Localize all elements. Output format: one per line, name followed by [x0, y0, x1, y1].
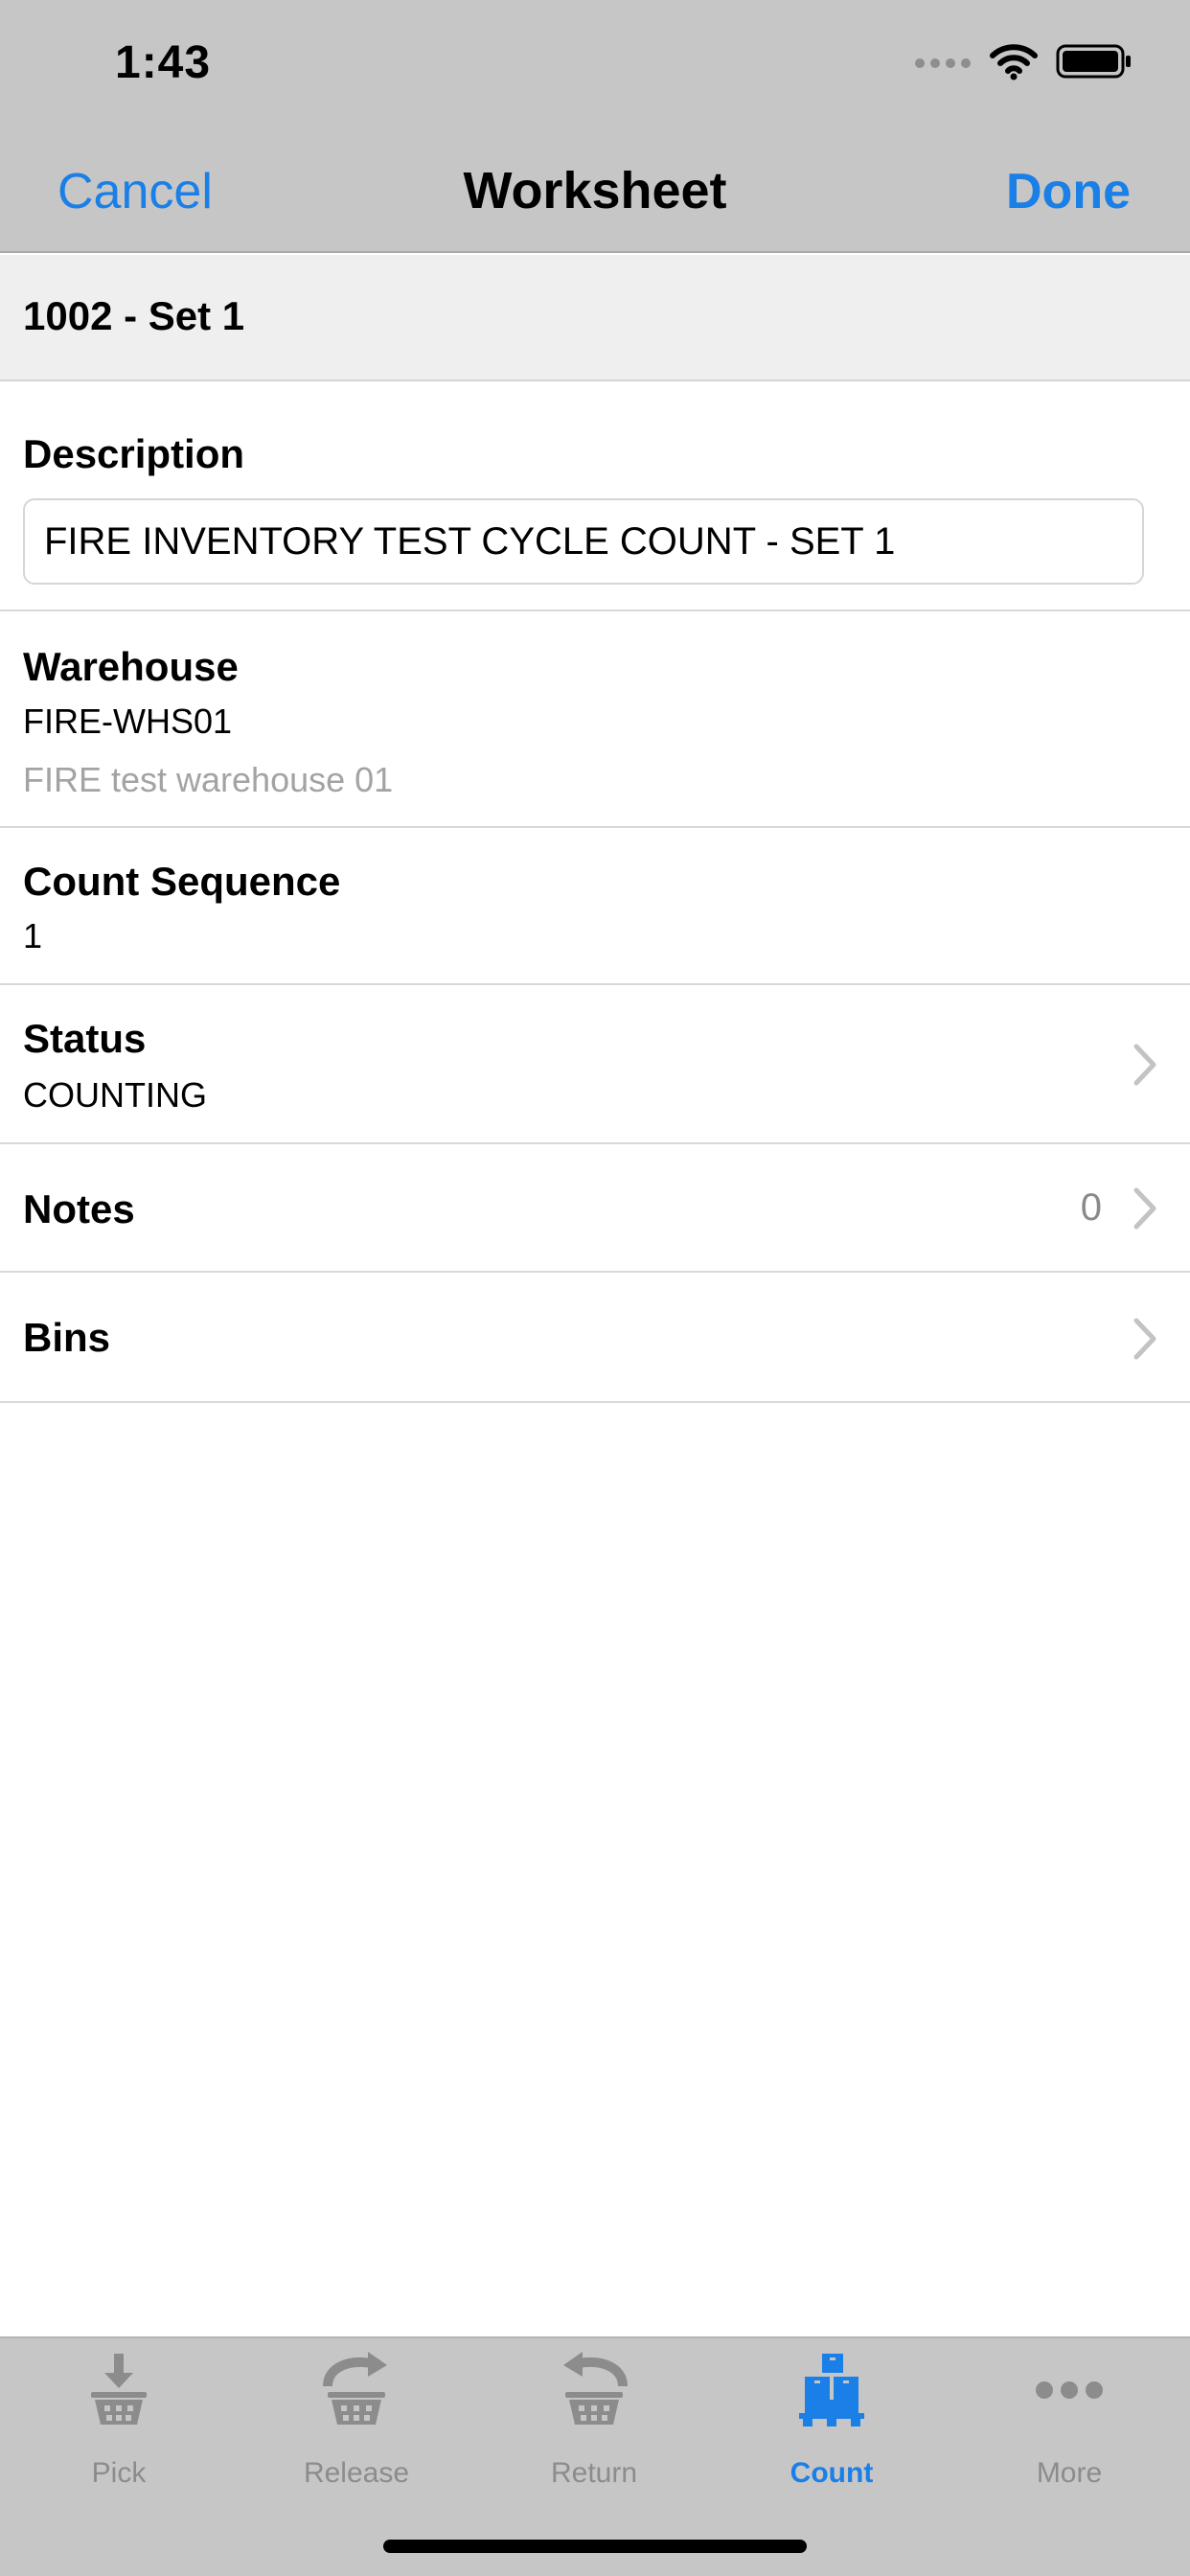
warehouse-value: FIRE-WHS01 — [23, 702, 233, 741]
tab-release-label: Release — [303, 2457, 410, 2489]
status-icons — [914, 42, 1133, 80]
warehouse-subtitle: FIRE test warehouse 01 — [23, 760, 394, 799]
home-indicator — [383, 2540, 807, 2553]
pick-basket-icon — [91, 2354, 147, 2425]
bins-row[interactable]: Bins — [0, 1273, 1190, 1403]
count-sequence-value: 1 — [23, 916, 43, 955]
tab-return-label: Return — [550, 2457, 638, 2489]
worksheet-header: 1002 - Set 1 — [0, 255, 1190, 381]
more-dots-icon — [1036, 2381, 1103, 2399]
notes-label: Notes — [23, 1186, 135, 1231]
done-button[interactable]: Done — [1006, 163, 1131, 220]
nav-bar: Cancel Worksheet Done — [0, 134, 1190, 253]
count-sequence-row: Count Sequence 1 — [0, 828, 1190, 985]
bins-label: Bins — [23, 1315, 111, 1360]
worksheet-header-title: 1002 - Set 1 — [23, 293, 245, 338]
notes-count: 0 — [1080, 1186, 1102, 1229]
tab-count[interactable]: Count — [713, 2352, 950, 2505]
tab-pick[interactable]: Pick — [0, 2352, 238, 2505]
chevron-right-icon — [1133, 1318, 1156, 1360]
description-row: Description FIRE INVENTORY TEST CYCLE CO… — [0, 381, 1190, 611]
description-value: FIRE INVENTORY TEST CYCLE COUNT - SET 1 — [44, 519, 896, 563]
notes-row[interactable]: Notes 0 — [0, 1144, 1190, 1273]
status-row[interactable]: Status COUNTING — [0, 985, 1190, 1144]
return-basket-icon — [563, 2352, 628, 2425]
battery-icon — [1056, 44, 1131, 79]
count-pallet-icon — [799, 2354, 864, 2426]
tab-return[interactable]: Return — [475, 2352, 713, 2505]
description-label: Description — [23, 431, 245, 476]
tab-pick-label: Pick — [91, 2457, 147, 2489]
chevron-right-icon — [1133, 1187, 1156, 1230]
description-field[interactable]: FIRE INVENTORY TEST CYCLE COUNT - SET 1 — [23, 498, 1144, 585]
warehouse-row: Warehouse FIRE-WHS01 FIRE test warehouse… — [0, 611, 1190, 828]
release-basket-icon — [323, 2352, 387, 2425]
count-sequence-label: Count Sequence — [23, 859, 341, 904]
tab-more[interactable]: More — [950, 2352, 1188, 2505]
status-value: COUNTING — [23, 1075, 207, 1115]
wifi-icon — [990, 44, 1038, 80]
cellular-signal-icon — [915, 58, 971, 68]
tab-release[interactable]: Release — [238, 2352, 475, 2505]
chevron-right-icon — [1133, 1044, 1156, 1086]
warehouse-label: Warehouse — [23, 644, 239, 689]
tab-more-label: More — [1036, 2457, 1103, 2489]
tab-count-label: Count — [790, 2457, 874, 2489]
status-bar: 1:43 — [0, 0, 1190, 134]
status-time: 1:43 — [115, 37, 212, 88]
status-label: Status — [23, 1016, 147, 1061]
